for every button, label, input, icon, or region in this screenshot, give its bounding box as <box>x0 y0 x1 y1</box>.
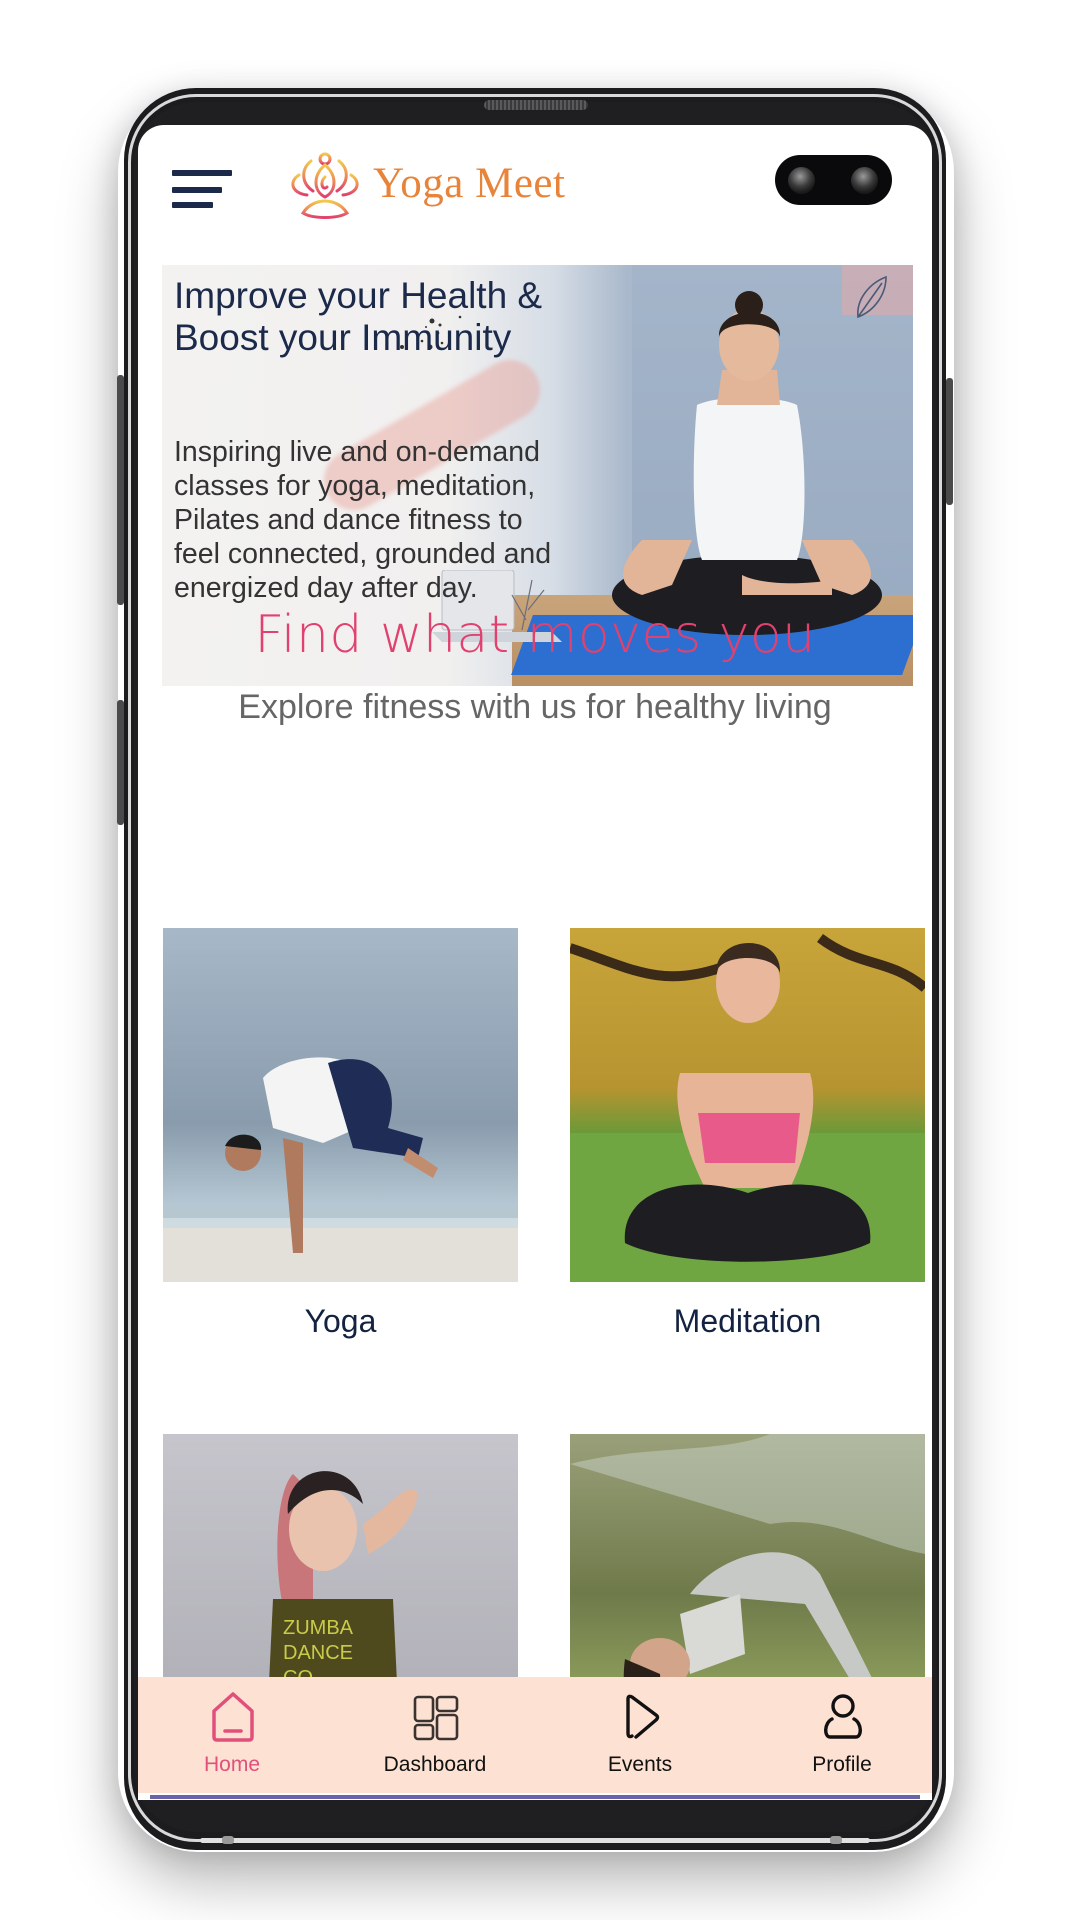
power-button <box>946 378 953 505</box>
section-subtitle: Explore fitness with us for healthy livi… <box>238 688 832 726</box>
earpiece-speaker <box>484 100 588 110</box>
banner-description: Inspiring live and on-demand classes for… <box>174 436 552 604</box>
home-icon <box>212 1692 254 1742</box>
nav-item-home[interactable]: Home <box>142 1677 322 1793</box>
phone-bottom-port <box>830 1836 842 1844</box>
user-icon <box>824 1694 862 1739</box>
phone-bottom-edge <box>200 1838 870 1843</box>
play-icon <box>626 1694 660 1739</box>
category-label-meditation[interactable]: Meditation <box>570 1303 925 1340</box>
svg-text:ZUMBA: ZUMBA <box>283 1617 354 1639</box>
meditation-image <box>570 933 925 1282</box>
nav-label-events: Events <box>607 1753 673 1776</box>
lotus-meditation-logo-icon <box>291 152 359 219</box>
hamburger-line <box>172 202 213 208</box>
svg-text:DANCE: DANCE <box>283 1642 353 1664</box>
nav-item-dashboard[interactable]: Dashboard <box>345 1677 525 1793</box>
menu-button[interactable] <box>172 167 234 208</box>
brand-logo[interactable]: Yoga Meet <box>283 147 583 219</box>
bottom-navigation: Home Dashboard Events Profile <box>138 1677 932 1793</box>
hamburger-menu-icon <box>172 170 232 176</box>
category-label-yoga[interactable]: Yoga <box>163 1303 518 1340</box>
nav-item-events[interactable]: Events <box>550 1677 730 1793</box>
nav-label-home: Home <box>203 1753 261 1776</box>
category-tile-meditation[interactable] <box>570 928 925 1282</box>
bixby-button <box>117 700 124 825</box>
category-tile-yoga[interactable] <box>163 928 518 1282</box>
camera-lens <box>851 167 878 194</box>
nav-item-profile[interactable]: Profile <box>752 1677 932 1793</box>
brand-name: Yoga Meet <box>373 159 566 207</box>
camera-lens <box>788 167 815 194</box>
yoga-image <box>163 928 518 1282</box>
phone-bottom-port <box>222 1836 234 1844</box>
nav-label-profile: Profile <box>812 1753 872 1776</box>
screen-bottom-edge <box>150 1795 920 1799</box>
hamburger-line <box>172 187 222 193</box>
nav-label-dashboard: Dashboard <box>383 1753 487 1776</box>
volume-button <box>117 375 124 605</box>
banner-title: Improve your Health & Boost your Immunit… <box>174 275 543 358</box>
section-title: Find what moves you <box>254 605 816 665</box>
app-screen: Yoga Meet Improve your Health & Boost yo… <box>138 125 932 1800</box>
front-camera-cutout <box>775 155 892 205</box>
dashboard-grid-icon <box>413 1695 459 1741</box>
